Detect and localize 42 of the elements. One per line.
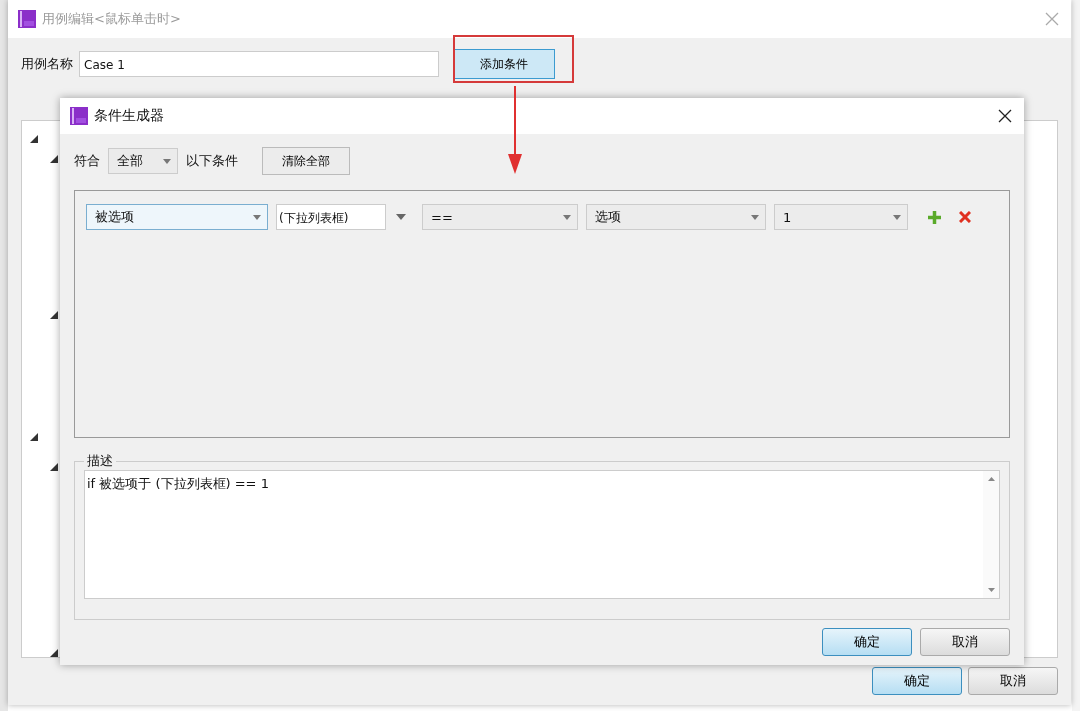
ok-button[interactable]: 确定 [822, 628, 912, 656]
dropdown-arrow-icon [253, 214, 261, 220]
clear-all-button[interactable]: 清除全部 [262, 147, 350, 175]
cancel-button[interactable]: 取消 [968, 667, 1058, 695]
dropdown-arrow-icon [751, 214, 759, 220]
expand-triangle-icon[interactable] [50, 649, 58, 657]
case-name-label: 用例名称 [21, 55, 73, 73]
condition-dropdown[interactable]: 选项 [586, 204, 766, 230]
window-title: 用例编辑<鼠标单击时> [42, 10, 182, 28]
match-suffix-label: 以下条件 [186, 152, 238, 170]
scroll-down-icon[interactable] [987, 588, 995, 592]
ok-button[interactable]: 确定 [872, 667, 962, 695]
condition-dropdown[interactable]: 被选项 [86, 204, 268, 230]
match-label: 符合 [74, 152, 100, 170]
case-name-field[interactable]: Case 1 [79, 51, 439, 77]
expand-triangle-icon[interactable] [30, 433, 38, 441]
add-condition-button[interactable]: 添加条件 [453, 49, 555, 79]
delete-icon[interactable] [959, 211, 971, 223]
dropdown-arrow-icon [163, 158, 171, 164]
condition-dropdown[interactable]: == [422, 204, 578, 230]
window-title: 条件生成器 [94, 107, 165, 125]
description-text: if 被选项于 (下拉列表框) == 1 [87, 476, 269, 491]
expand-triangle-icon[interactable] [30, 135, 38, 143]
expand-triangle-icon[interactable] [50, 311, 58, 319]
arrow-icon [507, 86, 523, 174]
add-icon[interactable] [928, 210, 941, 224]
description-field[interactable]: if 被选项于 (下拉列表框) == 1 [84, 470, 1000, 599]
target-field[interactable]: (下拉列表框) [276, 204, 386, 230]
app-icon [18, 10, 36, 28]
condition-dropdown[interactable]: 1 [774, 204, 908, 230]
dropdown-arrow-icon [563, 214, 571, 220]
expand-triangle-icon[interactable] [50, 463, 58, 471]
close-icon[interactable] [998, 109, 1012, 123]
dropdown-arrow-icon[interactable] [396, 214, 406, 220]
app-icon [70, 107, 88, 125]
expand-triangle-icon[interactable] [50, 155, 58, 163]
scrollbar[interactable] [983, 471, 999, 598]
description-label: 描述 [86, 452, 114, 470]
scroll-up-icon[interactable] [987, 477, 995, 481]
cancel-button[interactable]: 取消 [920, 628, 1010, 656]
match-dropdown[interactable]: 全部 [108, 148, 178, 174]
dropdown-arrow-icon [893, 214, 901, 220]
